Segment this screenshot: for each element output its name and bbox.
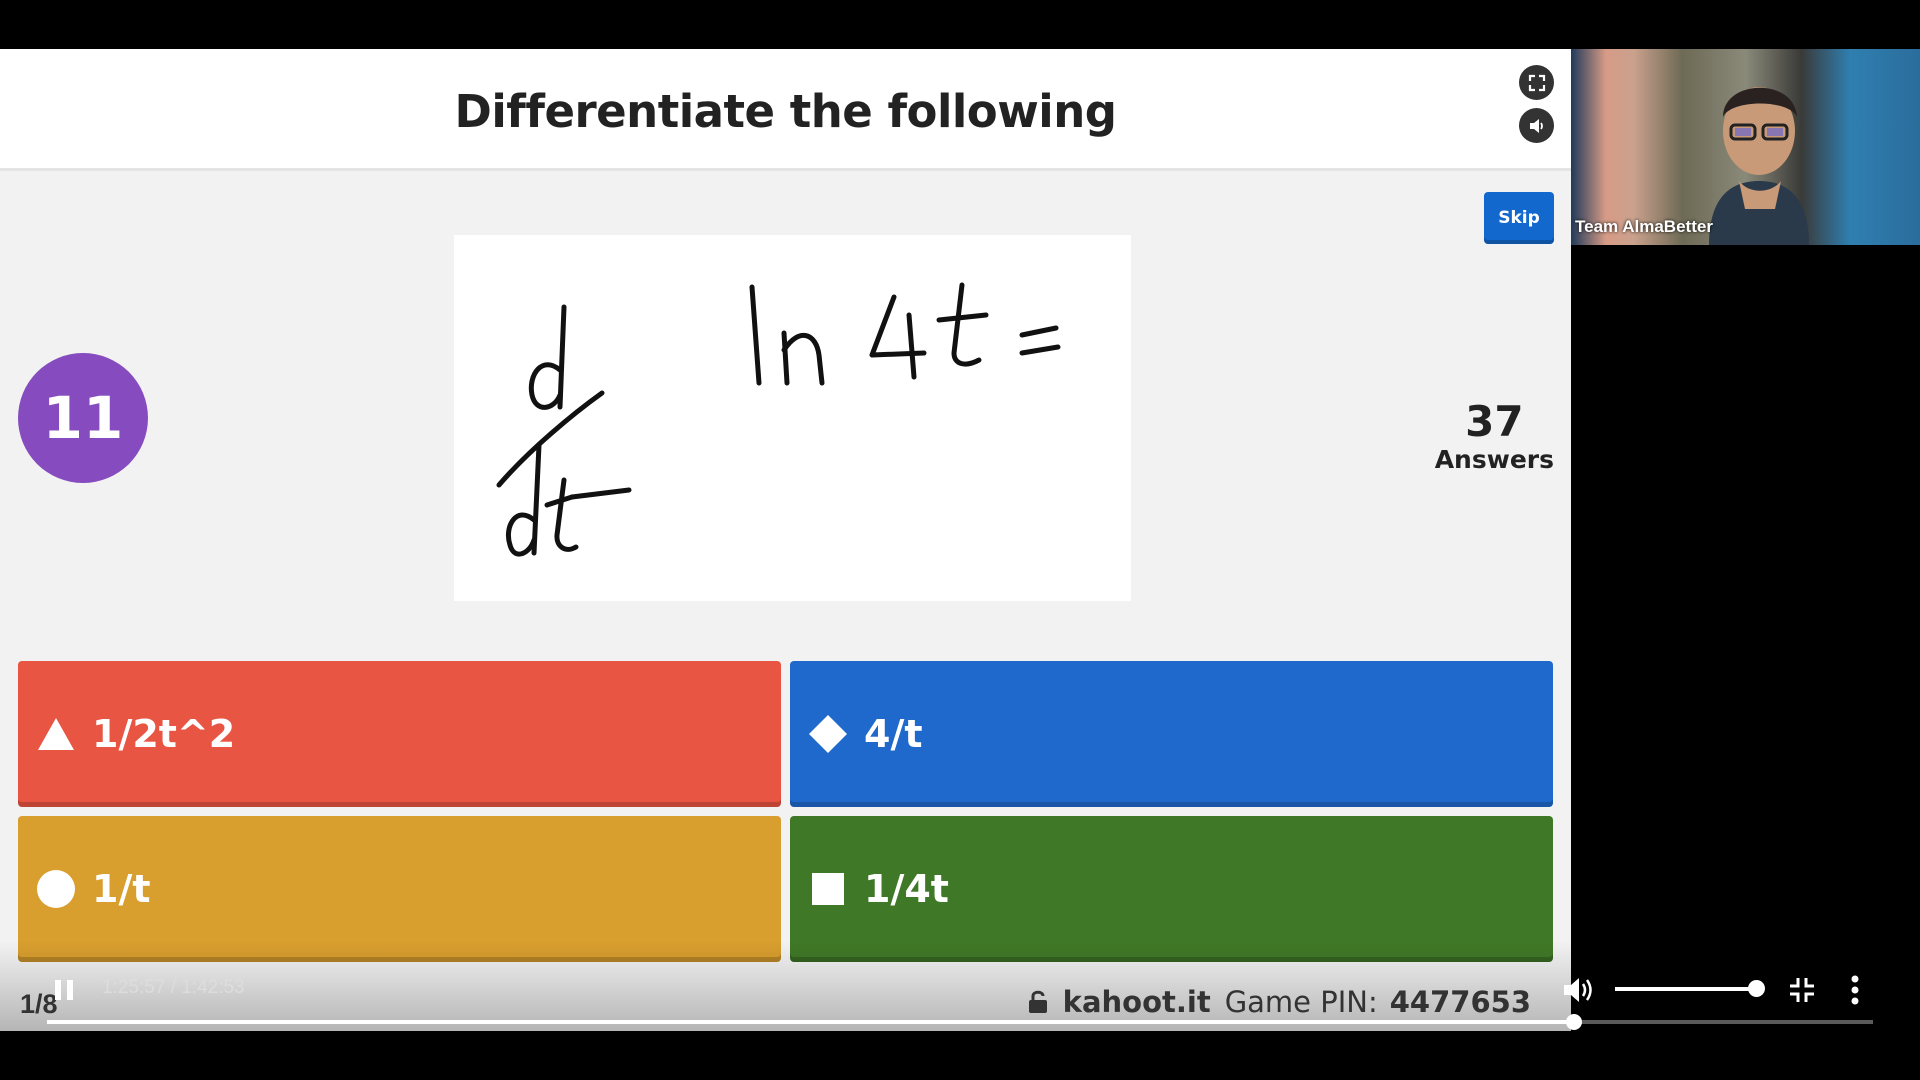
game-pin: 4477653: [1389, 985, 1531, 1019]
lock-icon: [1028, 990, 1047, 1013]
progress-knob[interactable]: [1565, 1014, 1582, 1030]
volume-knob[interactable]: [1748, 980, 1765, 997]
answers-label: Answers: [1434, 445, 1554, 474]
volume-slider[interactable]: [1615, 987, 1757, 991]
answer-option-text: 1/2t^2: [92, 712, 236, 756]
answer-option-diamond[interactable]: 4/t: [790, 661, 1553, 807]
volume-icon[interactable]: [1562, 975, 1596, 1005]
answers-count: 37: [1465, 397, 1524, 446]
sound-toggle-button[interactable]: [1519, 108, 1554, 143]
expand-icon: [1528, 74, 1545, 91]
progress-fill: [47, 1020, 1574, 1024]
question-title: Differentiate the following: [454, 85, 1117, 138]
circle-icon: [36, 869, 76, 909]
countdown-timer: 11: [18, 353, 148, 483]
diamond-icon: [808, 714, 848, 754]
answer-option-text: 4/t: [864, 712, 923, 756]
pause-icon[interactable]: [52, 978, 76, 1002]
answer-option-text: 1/4t: [864, 867, 949, 911]
triangle-icon: [36, 714, 76, 754]
question-image: [454, 235, 1131, 601]
kahoot-slide: Differentiate the following Skip 11 37 A…: [0, 49, 1571, 1031]
webcam-video: Team AlmaBetter: [1571, 49, 1920, 245]
speaker-icon: [1529, 118, 1543, 133]
progress-bar[interactable]: [47, 1014, 1873, 1030]
game-pin-label: Game PIN:: [1224, 985, 1378, 1019]
answer-option-text: 1/t: [92, 867, 151, 911]
question-header: Differentiate the following: [0, 49, 1571, 171]
presenter-silhouette: [1709, 87, 1809, 245]
square-icon: [808, 869, 848, 909]
fullscreen-toggle-button[interactable]: [1519, 65, 1554, 100]
skip-button[interactable]: Skip: [1484, 192, 1554, 244]
answer-option-triangle[interactable]: 1/2t^2: [18, 661, 781, 807]
webcam-label: Team AlmaBetter: [1575, 217, 1713, 236]
exit-fullscreen-icon[interactable]: [1788, 976, 1816, 1004]
game-pin-info: kahoot.it Game PIN: 4477653: [1027, 985, 1531, 1019]
playback-time: 1:25:57 / 1:42:53: [102, 977, 245, 998]
more-options-icon[interactable]: [1845, 974, 1865, 1006]
handwritten-derivative: [496, 282, 1061, 557]
kahoot-site: kahoot.it: [1062, 985, 1211, 1019]
answers-counter: 37 Answers: [1434, 397, 1554, 475]
